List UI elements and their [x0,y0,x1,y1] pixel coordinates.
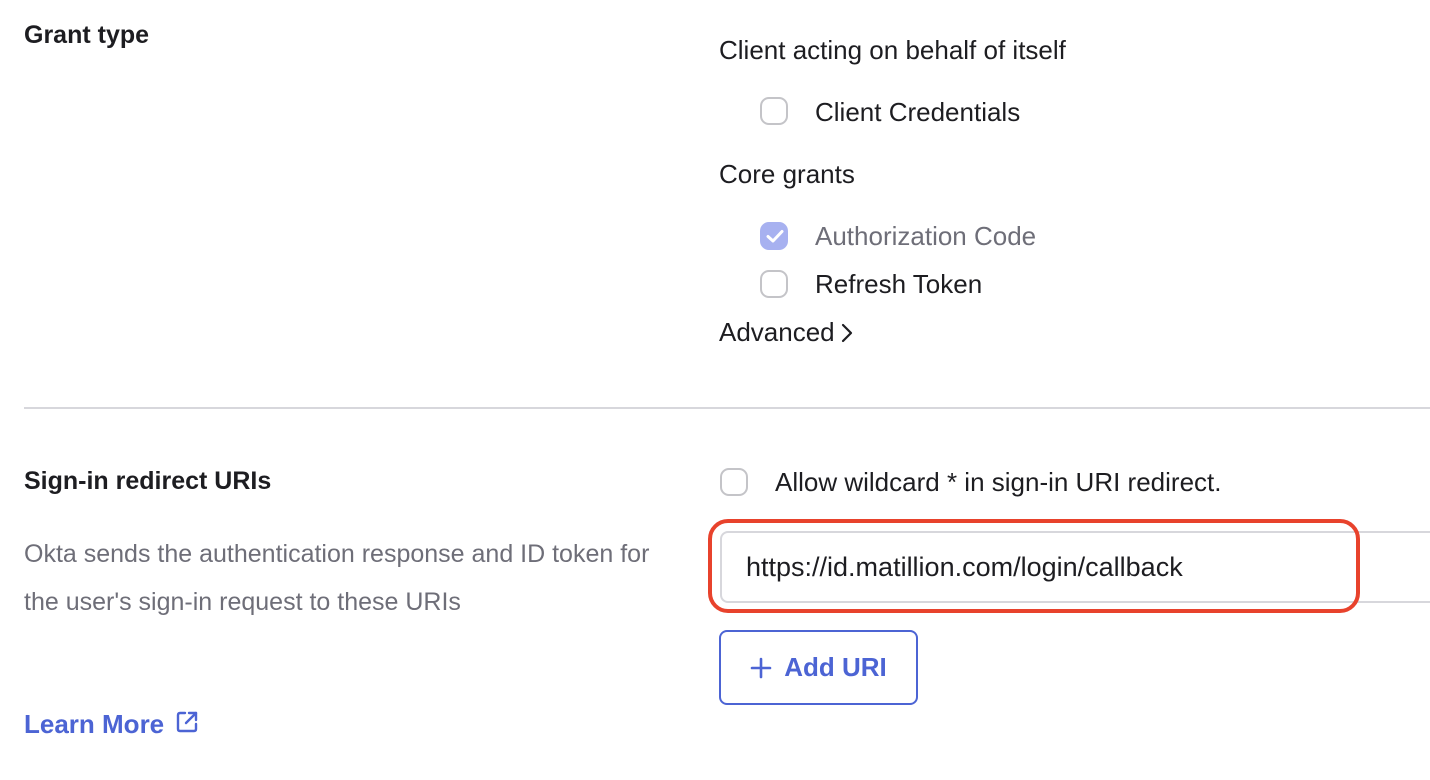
client-credentials-label[interactable]: Client Credentials [815,99,1020,125]
plus-icon [750,657,772,679]
add-uri-button[interactable]: Add URI [719,630,918,705]
client-self-group-label: Client acting on behalf of itself [719,35,1066,65]
client-credentials-checkbox[interactable] [760,97,788,125]
external-link-icon [176,711,198,733]
checkmark-icon [766,230,784,243]
refresh-token-label[interactable]: Refresh Token [815,271,982,297]
advanced-label: Advanced [719,317,835,347]
chevron-right-icon [841,321,853,347]
sign-in-redirect-title: Sign-in redirect URIs [24,467,272,495]
core-grants-group-label: Core grants [719,159,855,189]
refresh-token-checkbox[interactable] [760,270,788,298]
authorization-code-checkbox[interactable] [760,222,788,250]
grant-type-title: Grant type [24,21,150,49]
allow-wildcard-checkbox[interactable] [720,468,748,496]
allow-wildcard-label[interactable]: Allow wildcard * in sign-in URI redirect… [775,469,1221,495]
advanced-toggle[interactable]: Advanced [719,319,853,347]
authorization-code-label: Authorization Code [815,221,1037,251]
section-divider [24,407,1430,409]
add-uri-label: Add URI [784,652,887,682]
sign-in-redirect-description: Okta sends the authentication response a… [24,540,650,616]
learn-more-link[interactable]: Learn More [24,709,200,737]
uri-highlight-annotation [708,519,1360,613]
learn-more-label: Learn More [24,709,165,739]
